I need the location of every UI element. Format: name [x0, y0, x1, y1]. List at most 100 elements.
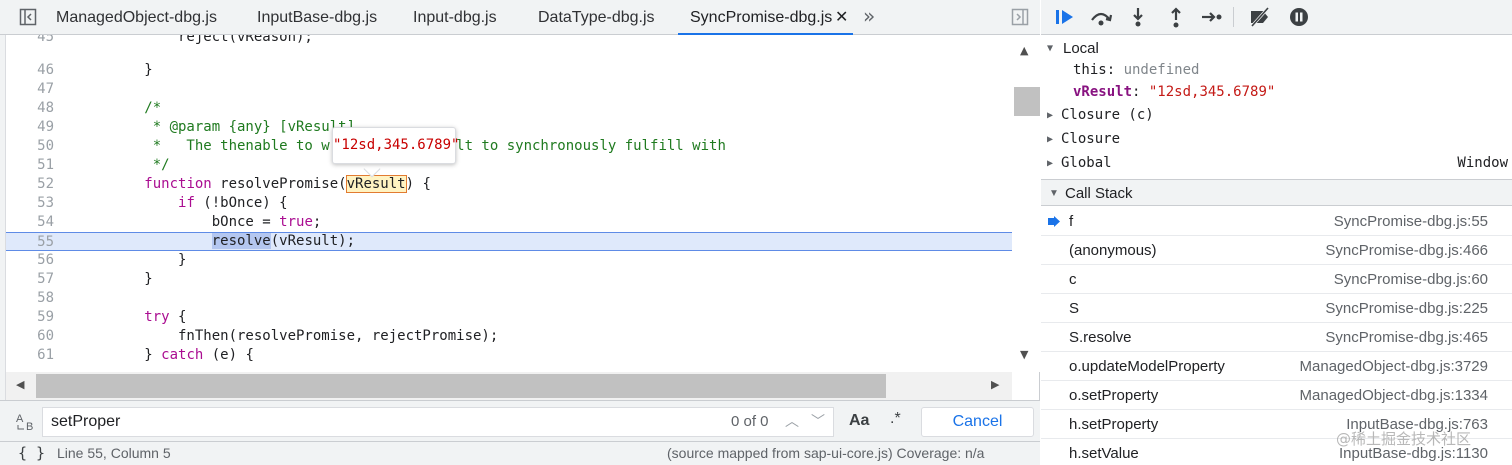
- call-frame[interactable]: o.updateModelProperty ManagedObject-dbg.…: [1041, 352, 1512, 381]
- scope-var-vresult[interactable]: vResult: "12sd,345.6789": [1041, 81, 1512, 104]
- line-number[interactable]: 61: [6, 346, 54, 365]
- line-number[interactable]: 51: [6, 156, 54, 175]
- call-frame[interactable]: c SyncPromise-dbg.js:60: [1041, 265, 1512, 294]
- step-over-icon[interactable]: [1089, 6, 1113, 28]
- code-keyword: true: [279, 214, 313, 230]
- code-area[interactable]: 45 reject(vReason); 46 } 47 48 /* 49 * @…: [6, 35, 1012, 372]
- tab-datatype[interactable]: DataType-dbg.js: [538, 0, 655, 35]
- scroll-up-icon[interactable]: ▲: [1020, 44, 1028, 57]
- frame-location[interactable]: SyncPromise-dbg.js:60: [1334, 265, 1488, 294]
- line-number[interactable]: 47: [6, 80, 54, 99]
- line-number[interactable]: 49: [6, 118, 54, 137]
- scroll-left-icon[interactable]: ◀: [16, 378, 24, 391]
- scroll-down-icon[interactable]: ▼: [1020, 348, 1028, 361]
- code-line[interactable]: 49 * @param {any} [vResult]: [6, 118, 1012, 137]
- cancel-button[interactable]: Cancel: [921, 407, 1034, 437]
- pause-on-exceptions-icon[interactable]: [1287, 6, 1311, 28]
- frame-location[interactable]: SyncPromise-dbg.js:225: [1325, 294, 1488, 323]
- frame-location[interactable]: SyncPromise-dbg.js:465: [1325, 323, 1488, 352]
- replace-toggle-icon[interactable]: A B: [14, 412, 38, 432]
- close-tab-icon[interactable]: ✕: [835, 0, 848, 34]
- frame-location[interactable]: ManagedObject-dbg.js:3729: [1300, 352, 1488, 381]
- code-line[interactable]: 50 * The thenable to wrap or the result …: [6, 137, 1012, 156]
- scope-closure-c[interactable]: ▶ Closure (c): [1041, 104, 1512, 127]
- call-frame[interactable]: o.setProperty ManagedObject-dbg.js:1334: [1041, 381, 1512, 410]
- line-number[interactable]: 52: [6, 175, 54, 194]
- tab-inputbase[interactable]: InputBase-dbg.js: [257, 0, 377, 35]
- scope-var-this[interactable]: this: undefined: [1041, 59, 1512, 82]
- step-into-icon[interactable]: [1126, 6, 1150, 28]
- tab-syncpromise[interactable]: SyncPromise-dbg.js: [678, 0, 853, 35]
- line-number[interactable]: 45: [6, 35, 54, 47]
- code-line[interactable]: 53 if (!bOnce) {: [6, 194, 1012, 213]
- line-number[interactable]: 60: [6, 327, 54, 346]
- call-frame-current[interactable]: f SyncPromise-dbg.js:55: [1041, 207, 1512, 236]
- line-number[interactable]: 55: [6, 233, 54, 252]
- code-line[interactable]: 45 reject(vReason);: [6, 35, 1012, 47]
- frame-location[interactable]: SyncPromise-dbg.js:466: [1325, 236, 1488, 265]
- frame-location[interactable]: ManagedObject-dbg.js:1334: [1300, 381, 1488, 410]
- scope-local[interactable]: ▼ Local: [1041, 37, 1512, 60]
- scroll-right-icon[interactable]: ▶: [991, 378, 999, 391]
- code-line[interactable]: 59 try {: [6, 308, 1012, 327]
- code-keyword: try: [144, 309, 170, 325]
- current-frame-arrow-icon: [1048, 216, 1060, 227]
- deactivate-breakpoints-icon[interactable]: [1248, 6, 1272, 28]
- call-frame[interactable]: S.resolve SyncPromise-dbg.js:465: [1041, 323, 1512, 352]
- toggle-navigator-icon[interactable]: [19, 8, 37, 26]
- line-number[interactable]: 50: [6, 137, 54, 156]
- code-line[interactable]: 60 fnThen(resolvePromise, rejectPromise)…: [6, 327, 1012, 346]
- code-text: (vResult);: [270, 233, 356, 249]
- code-line[interactable]: 54 bOnce = true;: [6, 213, 1012, 232]
- more-tabs-icon[interactable]: »: [863, 0, 875, 33]
- step-icon[interactable]: [1200, 6, 1224, 28]
- call-stack-header[interactable]: ▼ Call Stack: [1041, 179, 1512, 206]
- code-text: ;: [312, 214, 322, 230]
- line-number[interactable]: 46: [6, 61, 54, 80]
- source-editor-pane: ManagedObject-dbg.js InputBase-dbg.js In…: [0, 0, 1040, 465]
- match-case-button[interactable]: Aa: [849, 412, 869, 430]
- line-number[interactable]: 58: [6, 289, 54, 308]
- call-frame[interactable]: S SyncPromise-dbg.js:225: [1041, 294, 1512, 323]
- code-text: ) {: [405, 176, 431, 192]
- line-number[interactable]: 57: [6, 270, 54, 289]
- frame-location[interactable]: SyncPromise-dbg.js:55: [1334, 207, 1488, 236]
- code-line[interactable]: 51 */: [6, 156, 1012, 175]
- hovered-variable[interactable]: vResult: [345, 175, 407, 193]
- step-out-icon[interactable]: [1164, 6, 1188, 28]
- scope-closure[interactable]: ▶ Closure: [1041, 128, 1512, 151]
- line-number[interactable]: 56: [6, 251, 54, 270]
- code-line[interactable]: 57 }: [6, 270, 1012, 289]
- svg-text:A: A: [16, 413, 24, 425]
- toggle-debugger-icon[interactable]: [1011, 8, 1029, 26]
- line-number[interactable]: 59: [6, 308, 54, 327]
- code-line[interactable]: 58: [6, 289, 1012, 308]
- code-line[interactable]: 61 } catch (e) {: [6, 346, 1012, 365]
- horizontal-scroll-thumb[interactable]: [36, 374, 886, 398]
- regex-button[interactable]: .*: [890, 410, 901, 428]
- var-name: this: [1073, 62, 1107, 78]
- code-line[interactable]: 46 }: [6, 61, 1012, 80]
- code-keyword: function: [144, 176, 212, 192]
- frame-name: (anonymous): [1069, 242, 1157, 259]
- search-input[interactable]: [51, 408, 651, 436]
- code-line[interactable]: 56 }: [6, 251, 1012, 270]
- current-execution-line[interactable]: 55 resolve(vResult);: [6, 232, 1012, 251]
- previous-match-icon[interactable]: ︿: [785, 408, 799, 436]
- line-number[interactable]: 48: [6, 99, 54, 118]
- tab-managedobject[interactable]: ManagedObject-dbg.js: [56, 0, 217, 35]
- code-line[interactable]: 48 /*: [6, 99, 1012, 118]
- scope-global[interactable]: ▶ Global Window: [1041, 152, 1512, 175]
- call-frame[interactable]: (anonymous) SyncPromise-dbg.js:466: [1041, 236, 1512, 265]
- code-line[interactable]: 52 function resolvePromise(vResult) {: [6, 175, 1012, 194]
- vertical-scrollbar[interactable]: [1012, 35, 1040, 372]
- tab-input[interactable]: Input-dbg.js: [413, 0, 497, 35]
- next-match-icon[interactable]: ﹀: [811, 408, 825, 436]
- line-number[interactable]: 53: [6, 194, 54, 213]
- pretty-print-icon[interactable]: { }: [18, 444, 45, 462]
- code-line[interactable]: 47: [6, 80, 1012, 99]
- line-number[interactable]: 54: [6, 213, 54, 232]
- vertical-scroll-thumb[interactable]: [1014, 87, 1040, 116]
- resume-icon[interactable]: [1053, 6, 1077, 28]
